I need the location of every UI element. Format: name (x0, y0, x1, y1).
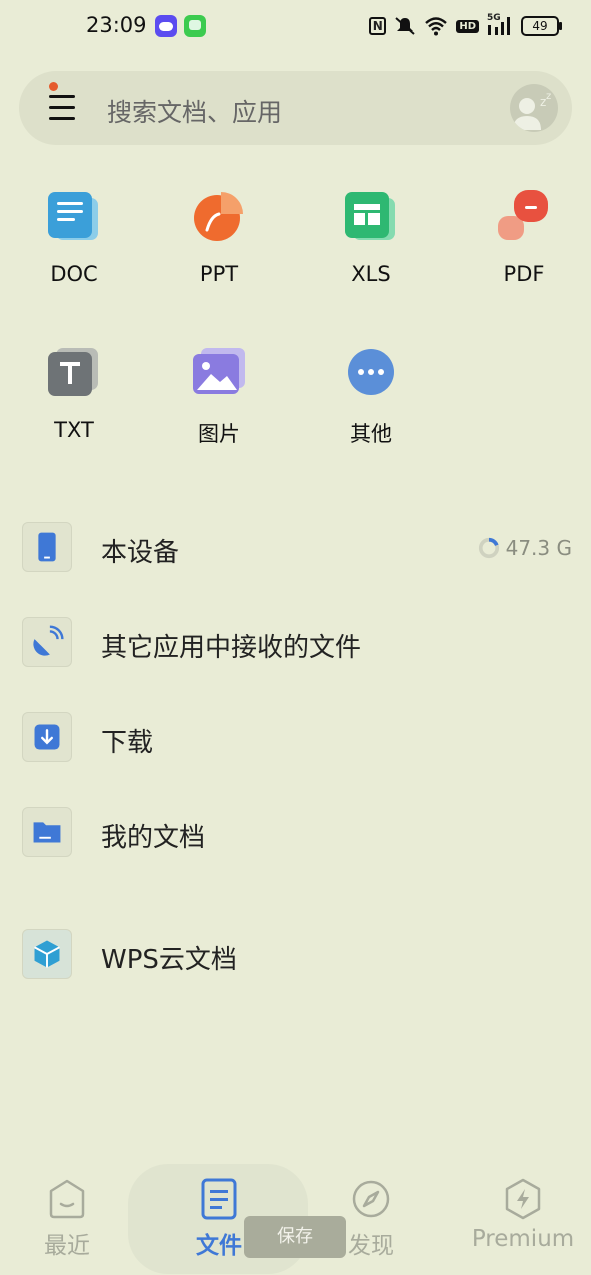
list-item-wps-cloud[interactable]: WPS云文档 (22, 929, 572, 981)
search-bar[interactable]: 搜索文档、应用 z z (19, 71, 572, 145)
notification-dot (49, 82, 58, 91)
pdf-icon (498, 190, 550, 242)
tab-premium[interactable]: Premium (458, 1178, 588, 1252)
hd-icon: HD (456, 19, 479, 33)
file-type-label: PPT (199, 262, 239, 286)
menu-icon[interactable] (49, 82, 75, 121)
wifi-icon (425, 17, 448, 36)
file-type-xls[interactable]: XLS (311, 190, 431, 286)
list-item-download[interactable]: 下载 (22, 712, 572, 764)
save-toast: 保存 (244, 1216, 346, 1258)
status-bar: 23:09 N HD 5G 49 (0, 0, 591, 52)
nfc-icon: N (369, 17, 387, 35)
cloud-cube-icon (22, 929, 72, 979)
file-type-label: TXT (54, 418, 94, 442)
file-type-label: XLS (351, 262, 391, 286)
recent-icon (49, 1179, 85, 1219)
file-type-ppt[interactable]: PPT (159, 190, 279, 286)
list-item-received-files[interactable]: 其它应用中接收的文件 (22, 617, 572, 669)
status-time: 23:09 (86, 13, 147, 37)
list-item-label: WPS云文档 (101, 945, 237, 975)
tab-label: 最近 (44, 1233, 90, 1259)
more-icon (345, 346, 397, 398)
battery-indicator: 49 (521, 16, 562, 36)
svg-text:z: z (546, 91, 551, 102)
lightning-icon (505, 1178, 541, 1220)
file-type-txt[interactable]: TXT (14, 346, 134, 442)
list-item-label: 下载 (101, 728, 154, 758)
list-item-label: 本设备 (101, 538, 180, 568)
compass-icon (352, 1180, 390, 1218)
signal-icon: 5G (487, 13, 513, 37)
list-item-label: 我的文档 (101, 823, 206, 853)
search-placeholder: 搜索文档、应用 (107, 98, 283, 127)
mute-icon (395, 17, 415, 35)
doc-icon (48, 190, 100, 242)
satellite-icon (22, 617, 72, 667)
image-icon (193, 346, 245, 398)
list-item-label: 其它应用中接收的文件 (101, 633, 362, 663)
file-type-label: PDF (503, 262, 545, 286)
ppt-icon (193, 190, 245, 242)
phone-icon (22, 522, 72, 572)
tab-label: Premium (471, 1226, 575, 1252)
tab-recent[interactable]: 最近 (2, 1178, 132, 1260)
folder-icon (22, 807, 72, 857)
file-type-other[interactable]: 其他 (311, 346, 431, 448)
txt-icon (48, 346, 100, 398)
xls-icon (345, 190, 397, 242)
list-item-my-documents[interactable]: 我的文档 (22, 807, 572, 859)
weather-app-icon (155, 15, 177, 37)
messages-app-icon (184, 15, 206, 37)
storage-indicator: 47.3 G (478, 536, 572, 560)
status-icons: N HD 5G 49 (369, 13, 562, 39)
file-type-doc[interactable]: DOC (14, 190, 134, 286)
file-type-label: 其他 (350, 422, 392, 446)
file-type-label: 图片 (198, 422, 240, 446)
file-type-image[interactable]: 图片 (159, 346, 279, 448)
file-type-pdf[interactable]: PDF (464, 190, 584, 286)
storage-value: 47.3 G (505, 536, 572, 560)
avatar[interactable]: z z (510, 84, 558, 132)
download-icon (22, 712, 72, 762)
file-icon (201, 1178, 237, 1220)
file-type-label: DOC (50, 262, 98, 286)
list-item-device[interactable]: 本设备 47.3 G (22, 522, 572, 574)
storage-ring-icon (478, 537, 499, 559)
